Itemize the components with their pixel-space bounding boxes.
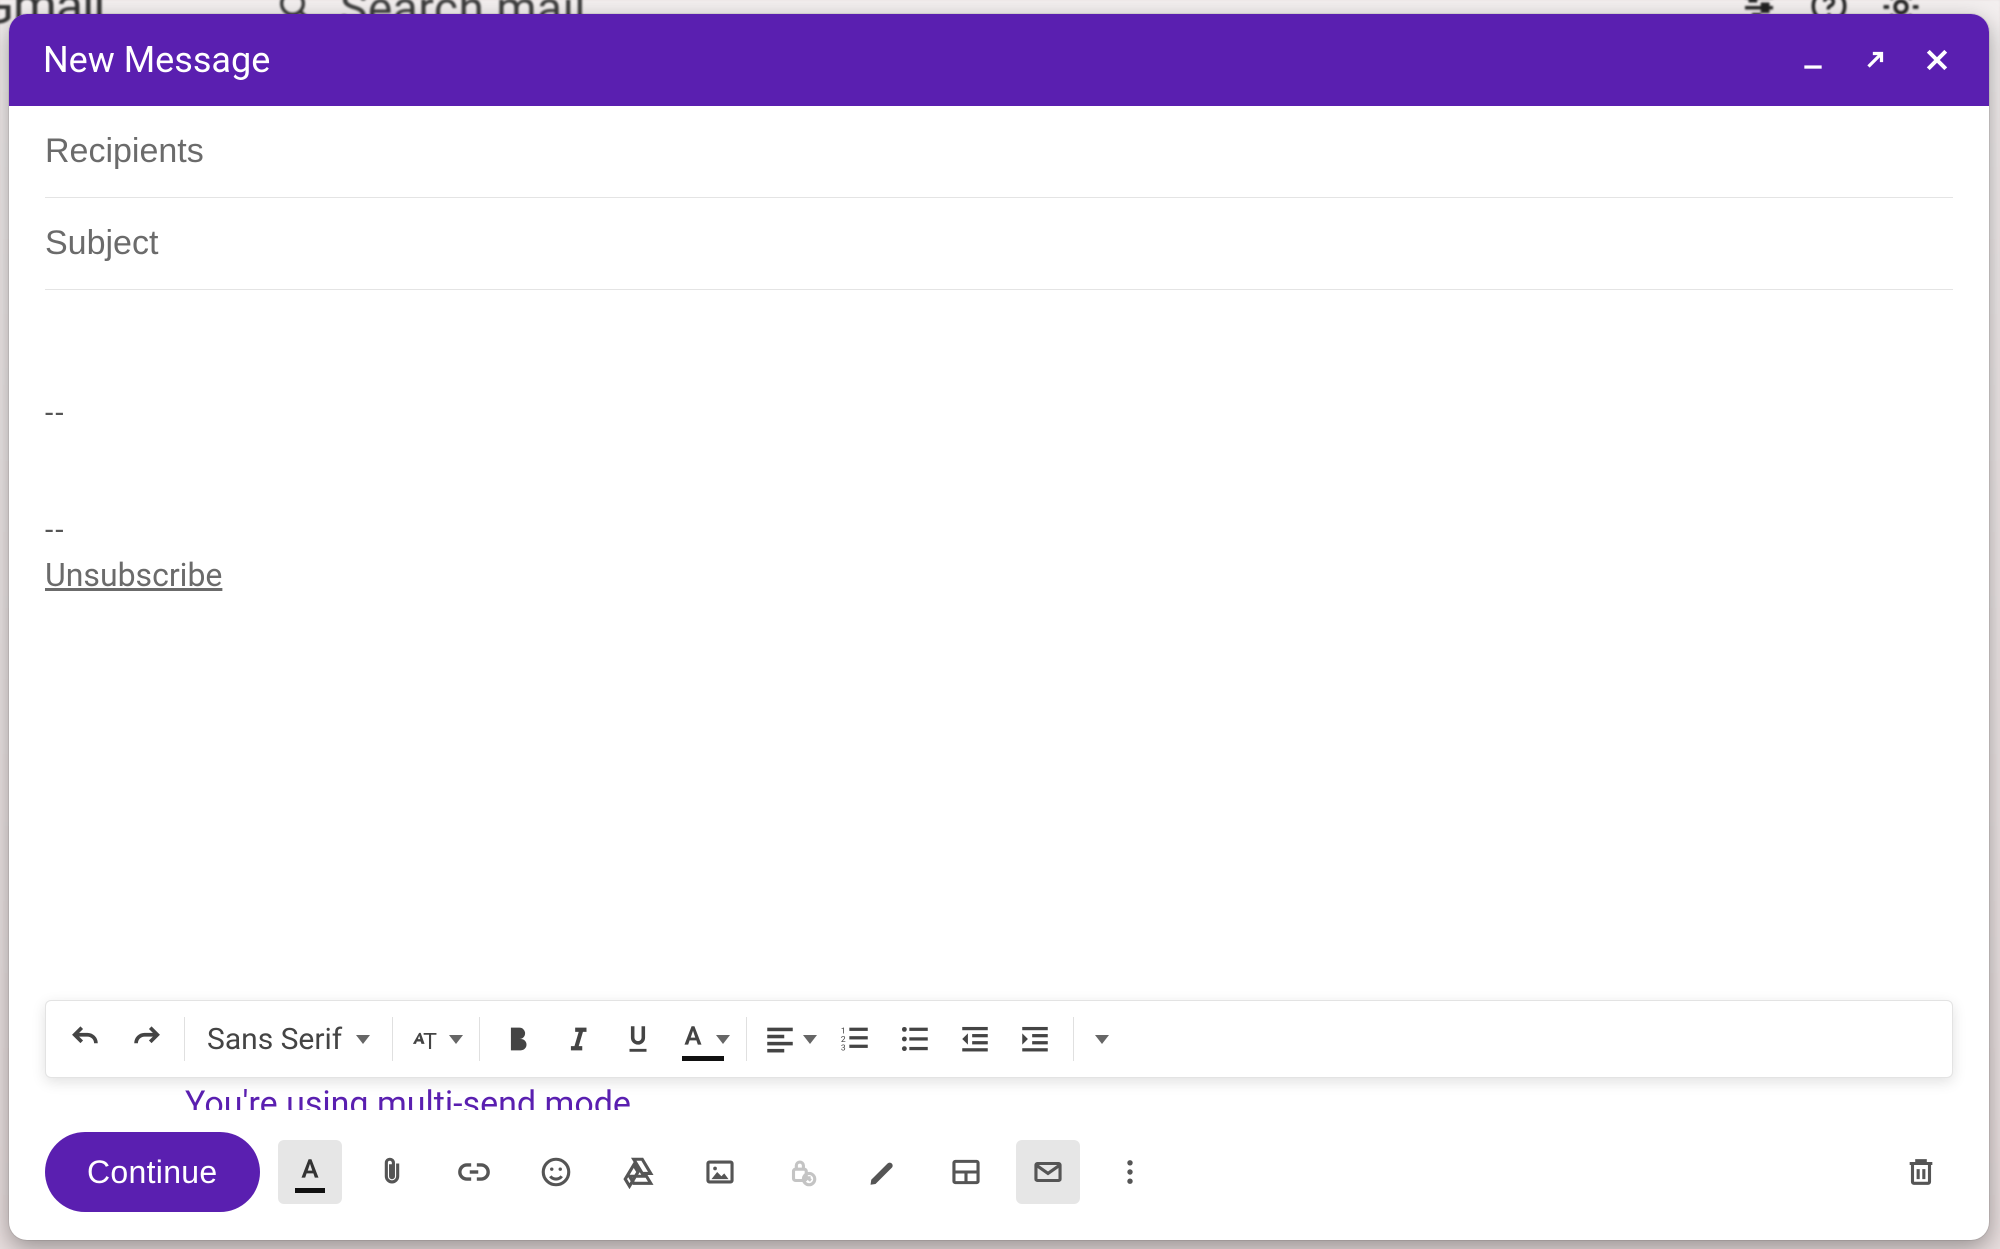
insert-drive-button[interactable] [606,1140,670,1204]
bottom-toolbar: Continue [9,1110,1989,1240]
unsubscribe-link[interactable]: Unsubscribe [45,556,222,594]
more-options-button[interactable] [1098,1140,1162,1204]
compose-title: New Message [43,39,1795,81]
insert-signature-button[interactable] [852,1140,916,1204]
chevron-down-icon [356,1035,370,1044]
bulleted-list-button[interactable] [885,1009,945,1069]
signature-separator-2: -- [45,513,1937,548]
underline-button[interactable] [608,1009,668,1069]
more-formatting-button[interactable] [1082,1009,1122,1069]
insert-link-button[interactable] [442,1140,506,1204]
svg-text:3: 3 [841,1043,846,1053]
signature-separator: -- [45,396,1937,431]
compose-titlebar: New Message [9,14,1989,106]
text-color-button[interactable] [668,1009,738,1069]
chevron-down-icon [803,1035,817,1044]
undo-button[interactable] [56,1009,116,1069]
font-name: Sans Serif [207,1022,342,1057]
message-body[interactable]: -- -- Unsubscribe [45,290,1953,990]
bold-button[interactable] [488,1009,548,1069]
discard-draft-button[interactable] [1889,1140,1953,1204]
multi-send-button[interactable] [1016,1140,1080,1204]
chevron-down-icon [1095,1035,1109,1044]
svg-text:T: T [423,1028,437,1054]
insert-photo-button[interactable] [688,1140,752,1204]
compose-window: New Message -- -- Unsubscribe [9,14,1989,1240]
recipients-row[interactable] [45,106,1953,198]
numbered-list-button[interactable]: 123 [825,1009,885,1069]
attach-files-button[interactable] [360,1140,424,1204]
formatting-toolbar: Sans Serif T [45,1000,1953,1078]
indent-decrease-button[interactable] [945,1009,1005,1069]
chevron-down-icon [449,1035,463,1044]
font-picker[interactable]: Sans Serif [193,1009,384,1069]
select-layout-button[interactable] [934,1140,998,1204]
formatting-options-button[interactable] [278,1140,342,1204]
multi-send-notice: You're using multi-send mode [45,1078,1953,1110]
chevron-down-icon [716,1035,730,1044]
indent-increase-button[interactable] [1005,1009,1065,1069]
subject-input[interactable] [45,224,1953,263]
fullscreen-button[interactable] [1857,42,1893,78]
recipients-input[interactable] [45,132,1953,171]
subject-row[interactable] [45,198,1953,290]
minimize-button[interactable] [1795,42,1831,78]
redo-button[interactable] [116,1009,176,1069]
continue-button[interactable]: Continue [45,1132,260,1212]
insert-emoji-button[interactable] [524,1140,588,1204]
font-size-button[interactable]: T [401,1009,471,1069]
italic-button[interactable] [548,1009,608,1069]
align-button[interactable] [755,1009,825,1069]
confidential-mode-button [770,1140,834,1204]
close-button[interactable] [1919,42,1955,78]
